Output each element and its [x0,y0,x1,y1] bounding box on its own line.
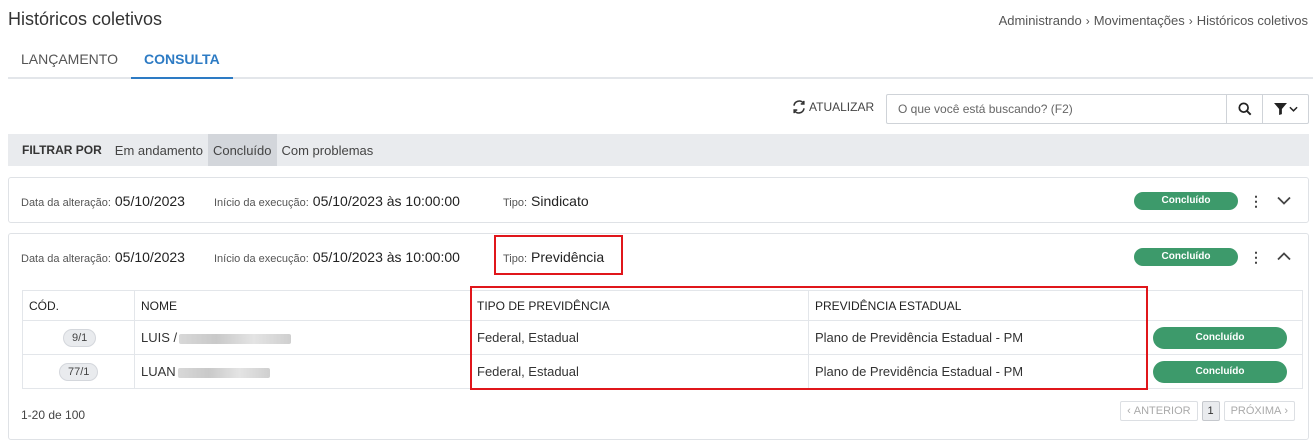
next-label: PRÓXIMA [1230,405,1282,417]
status-badge: Concluído [1134,192,1238,210]
column-header: NOME [134,290,471,321]
funnel-icon [1273,103,1287,115]
chevron-right-icon: › [1284,405,1288,417]
pagination-range: 1-20 de 100 [21,408,86,422]
tipo-previdencia-cell: Federal, Estadual [470,354,809,389]
code-pill: 77/1 [59,362,99,381]
search-button[interactable] [1226,95,1262,123]
refresh-button[interactable]: ATUALIZAR [792,100,874,114]
column-header: CÓD. [22,290,135,321]
code-pill: 9/1 [63,328,97,347]
table-header-row: CÓD. NOME TIPO DE PREVIDÊNCIA PREVIDÊNCI… [22,290,1303,321]
tab-bar: LANÇAMENTO CONSULTA [8,44,1313,79]
chevron-left-icon: ‹ [1127,405,1131,417]
participants-table: CÓD. NOME TIPO DE PREVIDÊNCIA PREVIDÊNCI… [22,290,1303,389]
page-title: Históricos coletivos [8,9,163,29]
previous-label: ANTERIOR [1133,405,1191,417]
chevron-down-icon[interactable] [1277,196,1291,205]
chevron-down-icon [1288,106,1298,112]
breadcrumb-item: Históricos coletivos [1196,13,1308,28]
filter-dropdown-button[interactable] [1262,95,1308,123]
redacted-block [177,367,270,378]
history-card-expanded: Data da alteração: 05/10/2023 Início da … [8,233,1309,440]
date-value: 05/10/2023 [114,193,185,209]
filter-option-em-andamento[interactable]: Em andamento [110,134,208,166]
breadcrumb-item[interactable]: Movimentações [1094,13,1185,28]
chevron-right-icon: › [1188,13,1193,28]
filter-option-concluido[interactable]: Concluído [207,134,277,166]
page-number[interactable]: 1 [1201,401,1220,421]
more-vertical-icon[interactable]: ⋮ [1249,194,1263,208]
start-label: Início da execução: [214,197,309,209]
status-badge: Concluído [1134,248,1238,266]
tab-consulta[interactable]: CONSULTA [130,44,233,79]
column-header: TIPO DE PREVIDÊNCIA [470,290,809,321]
table-row[interactable]: 9/1 LUIS / Federal, Estadual Plano de Pr… [22,320,1303,355]
column-header [1146,290,1303,321]
status-badge: Concluído [1153,360,1287,383]
search-input[interactable] [887,95,1226,123]
search-icon [1237,102,1251,116]
breadcrumb-item[interactable]: Administrando [999,13,1082,28]
employee-name: LUIS / [141,330,178,345]
filter-label: FILTRAR POR [22,143,102,157]
type-value: Sindicato [531,193,589,209]
start-label: Início da execução: [214,253,309,265]
tab-lancamento[interactable]: LANÇAMENTO [8,44,131,79]
type-label: Tipo: [503,253,528,265]
table-row[interactable]: 77/1 LUAN Federal, Estadual Plano de Pre… [22,354,1303,389]
history-card[interactable]: Data da alteração: 05/10/2023 Início da … [8,177,1309,223]
status-badge: Concluído [1153,326,1287,349]
refresh-icon [793,100,805,114]
refresh-label: ATUALIZAR [809,100,875,114]
start-value: 05/10/2023 às 10:00:00 [312,193,460,209]
column-header: PREVIDÊNCIA ESTADUAL [808,290,1147,321]
start-value: 05/10/2023 às 10:00:00 [312,249,460,265]
search-box [886,94,1309,124]
redacted-block [179,333,292,344]
previous-page-button[interactable]: ‹ ANTERIOR [1120,401,1198,421]
chevron-right-icon: › [1085,13,1090,28]
filter-option-com-problemas[interactable]: Com problemas [277,134,379,166]
date-label: Data da alteração: [21,253,111,265]
employee-name: LUAN [141,364,176,379]
date-label: Data da alteração: [21,197,111,209]
previdencia-estadual-cell: Plano de Previdência Estadual - PM [808,320,1147,355]
type-label: Tipo: [503,197,528,209]
chevron-up-icon[interactable] [1277,252,1291,261]
filter-bar: FILTRAR POR Em andamento Concluído Com p… [8,134,1309,166]
previdencia-estadual-cell: Plano de Previdência Estadual - PM [808,354,1147,389]
date-value: 05/10/2023 [114,249,185,265]
tipo-previdencia-cell: Federal, Estadual [470,320,809,355]
pager: ‹ ANTERIOR 1 PRÓXIMA › [1120,401,1295,421]
next-page-button[interactable]: PRÓXIMA › [1223,401,1295,421]
more-vertical-icon[interactable]: ⋮ [1249,250,1263,264]
breadcrumb: Administrando › Movimentações › Históric… [999,13,1308,28]
type-value: Previdência [531,249,605,265]
